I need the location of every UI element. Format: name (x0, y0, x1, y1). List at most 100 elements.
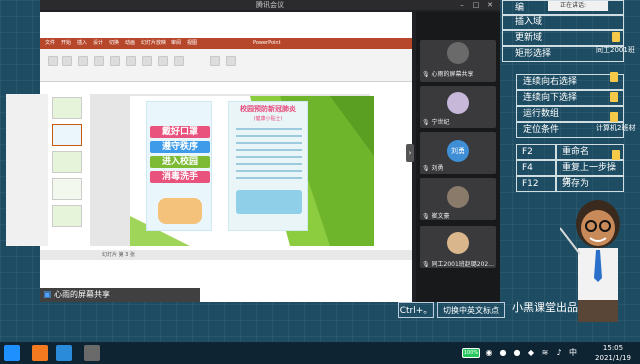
poster-kids-illustration (158, 198, 202, 224)
collapse-sidebar-icon[interactable]: › (406, 144, 414, 162)
clock-time[interactable]: 15:05 (588, 343, 638, 353)
shortcut-key: F4 (516, 160, 556, 176)
poster-text-line (236, 156, 302, 158)
excel-file-icon (612, 32, 620, 42)
ppt-status-text: 幻灯片 第 3 张 (102, 252, 135, 258)
note-item: 连续向右选择 (516, 74, 624, 90)
shortcut-desc: 重复上一步操作 (556, 160, 624, 187)
maximize-icon[interactable]: □ (470, 0, 482, 10)
ppt-tab-slideshow[interactable]: 幻灯片放映 (138, 39, 169, 48)
note-item: 插入域 (502, 14, 624, 30)
avatar (447, 186, 469, 208)
ppt-find-icon[interactable] (210, 56, 220, 66)
tray-icon[interactable]: ● (512, 348, 522, 358)
note-item: 更新域 (502, 30, 624, 46)
ppt-tab-view[interactable]: 视图 (184, 39, 200, 48)
ppt-replace-icon[interactable] (226, 56, 236, 66)
avatar (447, 42, 469, 64)
ppt-tab-design[interactable]: 设计 (90, 39, 106, 48)
slide-thumbnail-selected[interactable] (52, 124, 82, 146)
poster-text-line (236, 170, 302, 172)
mic-icon: 🎙 (422, 213, 432, 220)
avatar (447, 232, 469, 254)
hint-ctrl: Ctrl+。 (398, 302, 434, 318)
poster-line-1: 戴好口罩 (150, 126, 210, 138)
poster-right-title: 校园预防新冠肺炎 (240, 105, 296, 113)
battery-icon[interactable]: 100% (462, 348, 480, 358)
ppt-tab-transition[interactable]: 切换 (106, 39, 122, 48)
window-titlebar: 腾讯会议 (40, 0, 500, 10)
participant-name: 🎙 心雨的屏幕共享 (422, 71, 474, 78)
ppt-new-slide-icon[interactable] (62, 56, 72, 66)
clock-date[interactable]: 2021/1/19 (588, 353, 638, 363)
tray-icon[interactable]: ◆ (526, 348, 536, 358)
slide-thumbnail[interactable] (52, 151, 82, 173)
meeting-app-icon[interactable] (56, 345, 72, 361)
ppt-tab-file[interactable]: 文件 (42, 39, 58, 48)
slide-thumbnail[interactable] (52, 178, 82, 200)
mic-icon: 🎙 (422, 71, 432, 78)
file-label: 计算机2班材 (596, 124, 636, 132)
input-method-icon[interactable]: 中 (568, 348, 578, 358)
slide-thumbnail[interactable] (52, 97, 82, 119)
shortcut-key: F2 (516, 144, 556, 160)
ppt-tab-animation[interactable]: 动画 (122, 39, 138, 48)
tray-icon[interactable]: ● (498, 348, 508, 358)
participant-name: 🎙 崔文豪 (422, 213, 450, 220)
slide-thumbnail-pane (6, 94, 48, 246)
poster-line-2: 遵守秩序 (150, 141, 210, 153)
mic-icon: 🎙 (422, 165, 432, 172)
close-icon[interactable]: ✕ (484, 0, 496, 10)
excel-file-icon (610, 112, 618, 122)
poster-text-line (236, 163, 302, 165)
screen-share-label: ▣ 心雨的屏幕共享 (40, 288, 200, 302)
ppt-paragraph-icon[interactable] (126, 56, 136, 66)
excel-file-icon (610, 72, 618, 82)
poster-text-line (236, 177, 302, 179)
poster-line-4: 消毒洗手 (150, 171, 210, 183)
excel-file-icon (610, 92, 618, 102)
app-icon[interactable] (84, 345, 100, 361)
ppt-bold-icon[interactable] (110, 56, 120, 66)
ppt-tab-home[interactable]: 开始 (58, 39, 74, 48)
mic-icon: 🎙 (422, 261, 432, 268)
hint-switch: 切换中英文标点 (437, 302, 505, 318)
ppt-shape-icon[interactable] (142, 56, 152, 66)
ppt-font-icon[interactable] (94, 56, 104, 66)
participant-name: 🎙 同工2001班赵璐202... (422, 261, 494, 268)
note-item: 连续向下选择 (516, 90, 624, 106)
ppt-status-bar: 幻灯片 第 3 张 (40, 250, 412, 260)
poster-line-3: 进入校园 (150, 156, 210, 168)
note-item: 运行数组 (516, 106, 624, 122)
poster-text-line (236, 128, 302, 130)
slide-thumbnail[interactable] (52, 205, 82, 227)
brand-label: 小黑课堂出品 (512, 301, 578, 314)
app-icon[interactable] (32, 345, 48, 361)
ppt-layout-icon[interactable] (78, 56, 88, 66)
participant-name: 🎙 宁世纪 (422, 119, 450, 126)
poster-text-line (236, 149, 302, 151)
avatar (447, 92, 469, 114)
ppt-tab-review[interactable]: 审阅 (168, 39, 184, 48)
window-title: 腾讯会议 (256, 1, 284, 9)
share-screen-icon: ▣ (43, 290, 52, 300)
ppt-tab-bar: 文件 开始 插入 设计 切换 动画 幻灯片放映 审阅 视图 PowerPoint (40, 38, 412, 49)
minimize-icon[interactable]: – (456, 0, 468, 10)
volume-icon[interactable]: ♪ (554, 348, 564, 358)
ppt-arrange-icon[interactable] (158, 56, 168, 66)
shortcut-key: F12 (516, 176, 556, 192)
ppt-app-title: PowerPoint (253, 40, 281, 46)
file-label: 同工2001班 (596, 46, 635, 54)
ppt-style-icon[interactable] (174, 56, 184, 66)
avatar: 刘勇 (447, 140, 469, 162)
wifi-icon[interactable]: ≋ (540, 348, 550, 358)
poster-text-line (236, 135, 302, 137)
ppt-paste-icon[interactable] (48, 56, 58, 66)
participant-name: 🎙 刘勇 (422, 165, 444, 172)
excel-file-icon (612, 150, 620, 160)
tray-icon[interactable]: ◉ (484, 348, 494, 358)
start-icon[interactable] (4, 345, 20, 361)
ppt-tab-insert[interactable]: 插入 (74, 39, 90, 48)
poster-footer-box (236, 190, 302, 214)
screen-share-label-text: 心雨的屏幕共享 (54, 290, 110, 299)
